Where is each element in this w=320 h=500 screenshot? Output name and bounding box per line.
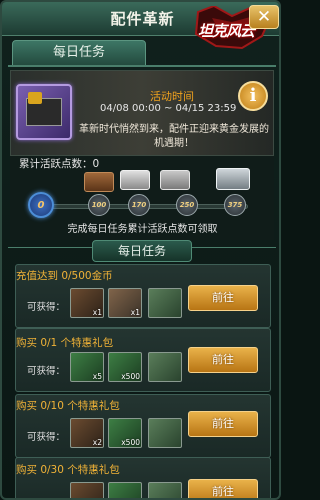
- section-title: 每日任务: [92, 240, 192, 262]
- task-title: 购买 0/1 个特惠礼包: [16, 337, 114, 349]
- game-logo-text: 坦克风云: [198, 22, 255, 40]
- activity-description: 革新时代悄然到来，配件正迎来黄金发展的机遇期！: [79, 124, 269, 149]
- activity-time-label: 活动时间: [150, 90, 194, 103]
- reward-label: 可获得：: [27, 366, 66, 377]
- active-points: 累计活跃点数：0: [19, 158, 100, 170]
- cannon-item-icon[interactable]: x2: [70, 418, 104, 448]
- tab-daily-tasks[interactable]: 每日任务: [12, 40, 146, 66]
- close-icon: ✕: [256, 7, 272, 27]
- goto-button[interactable]: 前往: [188, 285, 258, 311]
- bearing-item-icon[interactable]: x500: [108, 418, 142, 448]
- progress-node: 375: [224, 194, 246, 216]
- wrench-item-icon[interactable]: x5: [70, 352, 104, 382]
- reward-label: 可获得：: [27, 432, 66, 443]
- progress-node: 170: [128, 194, 150, 216]
- goto-button[interactable]: 前往: [188, 347, 258, 373]
- treasure-chest-icon: [16, 84, 72, 140]
- goto-button[interactable]: 前往: [188, 411, 258, 437]
- reward-crate-icon[interactable]: [160, 170, 190, 190]
- task-title: 充值达到 0/500金币: [16, 270, 113, 282]
- cannon-item-icon[interactable]: [70, 482, 104, 498]
- bearing-item-icon[interactable]: x500: [108, 352, 142, 382]
- reward-label: 可获得：: [27, 302, 66, 313]
- cannon-item-icon[interactable]: x1: [70, 288, 104, 318]
- calendar-icon[interactable]: [148, 482, 182, 498]
- progress-node: 100: [88, 194, 110, 216]
- calendar-icon[interactable]: [148, 418, 182, 448]
- calendar-icon[interactable]: [148, 288, 182, 318]
- close-button[interactable]: ✕: [249, 5, 279, 29]
- reward-crate-icon[interactable]: [216, 168, 250, 190]
- event-panel: 配件革新 坦克风云 ✕ 每日任务 活动时间 04/08 00:00 ~ 04/1…: [0, 0, 281, 500]
- reward-crate-icon[interactable]: [120, 170, 150, 190]
- task-title: 购买 0/10 个特惠礼包: [16, 400, 120, 412]
- reward-crate-icon[interactable]: [84, 172, 114, 192]
- info-button[interactable]: i: [238, 81, 268, 111]
- accessory-set-icon[interactable]: x1: [108, 288, 142, 318]
- progress-node-start: 0: [28, 192, 54, 218]
- tab-divider: [8, 65, 276, 67]
- progress-hint: 完成每日任务累计活跃点数可领取: [67, 224, 218, 235]
- bearing-item-icon[interactable]: [108, 482, 142, 498]
- info-icon: i: [249, 85, 257, 106]
- goto-button[interactable]: 前往: [188, 479, 258, 498]
- task-title: 购买 0/30 个特惠礼包: [16, 464, 120, 476]
- progress-node: 250: [176, 194, 198, 216]
- calendar-icon[interactable]: [148, 352, 182, 382]
